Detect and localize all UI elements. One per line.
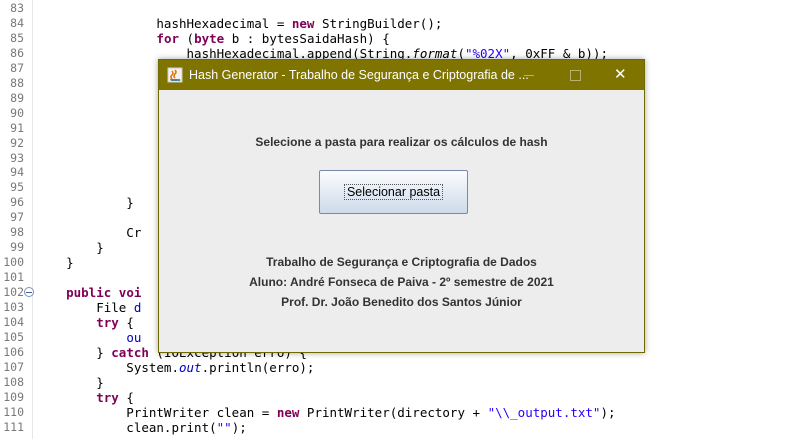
- code-line: hashHexadecimal = new StringBuilder();: [36, 16, 442, 31]
- code-token: "": [216, 420, 232, 435]
- line-number: 83: [10, 1, 24, 15]
- code-token: (: [179, 31, 195, 46]
- professor-label: Prof. Dr. João Benedito dos Santos Júnio…: [281, 295, 522, 309]
- code-token: ou: [126, 330, 142, 345]
- code-token: hashHexadecimal =: [36, 16, 292, 31]
- code-token: "\\_output.txt": [487, 405, 601, 420]
- code-line: PrintWriter clean = new PrintWriter(dire…: [36, 405, 616, 420]
- line-number: 100: [3, 255, 24, 269]
- code-token: try: [96, 390, 119, 405]
- hash-generator-dialog: Hash Generator - Trabalho de Segurança e…: [158, 59, 645, 353]
- code-line: }: [36, 240, 104, 255]
- code-token: clean.print(: [36, 420, 217, 435]
- java-app-icon: [167, 67, 183, 83]
- code-token: File: [36, 300, 134, 315]
- line-number: 104: [3, 315, 24, 329]
- select-folder-label: Selecionar pasta: [343, 184, 444, 200]
- line-number: 109: [3, 390, 24, 404]
- code-line: Cr: [36, 225, 141, 240]
- code-token: }: [36, 240, 104, 255]
- line-number: 90: [10, 106, 24, 120]
- code-token: out: [179, 360, 202, 375]
- code-token: }: [36, 195, 134, 210]
- code-token: {: [118, 315, 134, 330]
- code-token: {: [118, 390, 134, 405]
- code-line: File d: [36, 300, 141, 315]
- line-number: 102: [3, 285, 24, 299]
- line-number-gutter: 83 84 85 86 87 88 89 90 91 92 93 94 95 96 97 98 99 100 101…: [0, 0, 33, 439]
- line-number: 101: [3, 270, 24, 284]
- code-token: byte: [194, 31, 225, 46]
- code-line: }: [36, 255, 74, 270]
- line-number: 107: [3, 360, 24, 374]
- code-token: public: [66, 285, 112, 300]
- line-number: 98: [10, 225, 24, 239]
- code-token: PrintWriter clean =: [36, 405, 277, 420]
- maximize-button[interactable]: [552, 60, 598, 90]
- minimize-button[interactable]: [506, 60, 552, 90]
- code-token: new: [276, 405, 300, 420]
- code-token: for: [156, 31, 179, 46]
- code-token: }: [36, 255, 74, 270]
- code-token: b : bytesSaidaHash) {: [224, 31, 390, 46]
- line-number: 97: [10, 210, 24, 224]
- line-number: 93: [10, 151, 24, 165]
- line-number: 84: [10, 16, 24, 30]
- code-token: StringBuilder();: [314, 16, 443, 31]
- code-line: try {: [36, 315, 134, 330]
- code-line: System.out.println(erro);: [36, 360, 314, 375]
- code-token: System.: [36, 360, 179, 375]
- close-button[interactable]: ✕: [598, 60, 644, 90]
- code-token: PrintWriter(directory +: [299, 405, 488, 420]
- code-token: .println(erro);: [201, 360, 315, 375]
- code-token: d: [133, 300, 142, 315]
- line-number: 89: [10, 91, 24, 105]
- fold-collapse-icon[interactable]: [24, 287, 34, 297]
- line-number: 105: [3, 330, 24, 344]
- code-token: voi: [111, 285, 142, 300]
- course-label: Trabalho de Segurança e Criptografia de …: [266, 255, 537, 269]
- dialog-title: Hash Generator - Trabalho de Segurança e…: [189, 68, 529, 82]
- student-label: Aluno: André Fonseca de Paiva - 2º semes…: [249, 275, 554, 289]
- code-line: try {: [36, 390, 134, 405]
- line-number: 106: [3, 345, 24, 359]
- line-number: 103: [3, 300, 24, 314]
- select-folder-button[interactable]: Selecionar pasta: [319, 170, 468, 214]
- line-number: 94: [10, 165, 24, 179]
- line-number: 110: [3, 405, 24, 419]
- close-icon: ✕: [614, 66, 627, 83]
- line-number: 88: [10, 76, 24, 90]
- line-number: 96: [10, 195, 24, 209]
- code-token: }: [36, 345, 112, 360]
- line-number: 108: [3, 375, 24, 389]
- code-token: catch: [111, 345, 149, 360]
- line-number: 87: [10, 61, 24, 75]
- line-number: 92: [10, 136, 24, 150]
- line-number: 85: [10, 31, 24, 45]
- code-line: for (byte b : bytesSaidaHash) {: [36, 31, 390, 46]
- code-token: new: [291, 16, 315, 31]
- code-line: }: [36, 195, 134, 210]
- line-number: 86: [10, 46, 24, 60]
- code-token: }: [36, 375, 104, 390]
- line-number: 99: [10, 240, 24, 254]
- instruction-label: Selecione a pasta para realizar os cálcu…: [255, 135, 548, 149]
- code-token: try: [96, 315, 119, 330]
- dialog-titlebar[interactable]: Hash Generator - Trabalho de Segurança e…: [159, 60, 644, 90]
- code-line: }: [36, 375, 104, 390]
- code-token: );: [231, 420, 247, 435]
- line-number: 111: [3, 420, 24, 434]
- code-token: );: [600, 405, 616, 420]
- line-number: 91: [10, 121, 24, 135]
- line-number: 95: [10, 180, 24, 194]
- code-token: Cr: [36, 225, 142, 240]
- code-line: ou: [36, 330, 141, 345]
- code-line: clean.print("");: [36, 420, 247, 435]
- code-line: public voi: [36, 285, 141, 300]
